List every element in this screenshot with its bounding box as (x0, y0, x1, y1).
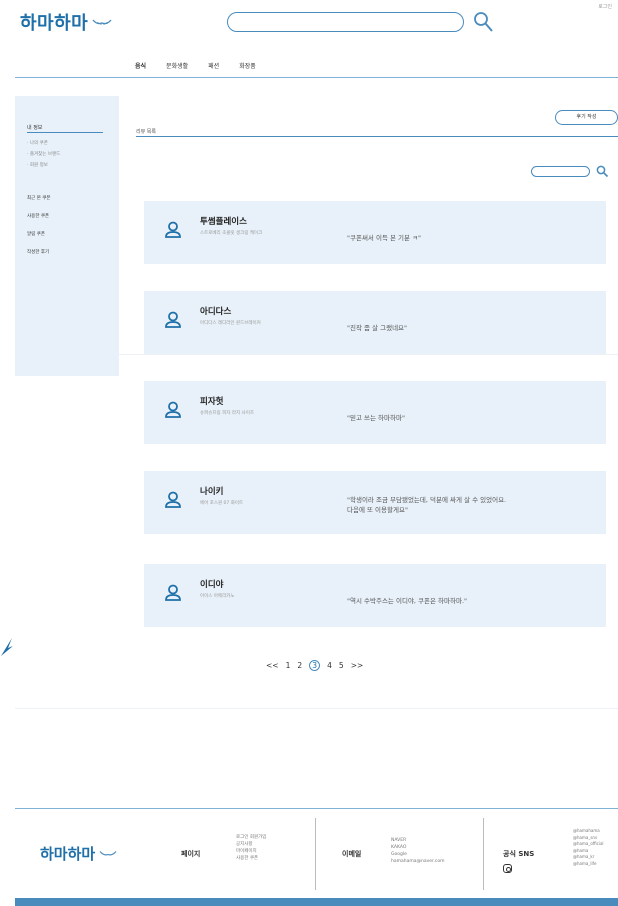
review-card[interactable]: 아디다스 아디다스 레디라인 윈드브레이커 "진작 좀 살 그랬네요" (144, 291, 606, 354)
content-divider (119, 354, 618, 355)
content-end-divider (15, 708, 618, 709)
footer-sns-title: 공식 SNS (503, 850, 535, 858)
review-text: "역시 수박주스는 이디야, 쿠폰은 하마하마." (347, 597, 468, 605)
footer-sns-handle[interactable]: @hamahama (573, 828, 604, 835)
pagination-prev[interactable]: << (266, 661, 279, 670)
footer-link[interactable]: 마이페이지 (236, 848, 266, 855)
sidebar-item-favorite-brands[interactable]: · 즐겨찾는 브랜드 (27, 151, 60, 157)
instagram-icon[interactable] (503, 864, 512, 873)
page-link-current[interactable]: 3 (309, 660, 321, 671)
review-text: "학생이라 조금 부담됐었는데, 덕분에 싸게 살 수 있었어요. 다음에 또 … (347, 496, 507, 514)
cursor-arrow-icon (1, 638, 13, 656)
page-link[interactable]: 5 (339, 661, 344, 670)
nav-item-food[interactable]: 음식 (135, 61, 146, 70)
footer-logo-text: 하마하마 (40, 845, 96, 863)
review-product: 에어 포스원 07 화이트 (200, 501, 244, 506)
review-brand: 투썸플레이스 (200, 217, 247, 227)
review-product: 스트로베리 초콜릿 생크림 케이크 (200, 231, 263, 236)
footer-bar (15, 898, 618, 906)
logo-text: 하마하마 (20, 13, 89, 34)
footer-email-list: NAVER KAKAO Google hamahama@naver.com (391, 837, 445, 865)
footer-divider-vertical (483, 818, 484, 890)
pagination-next[interactable]: >> (351, 661, 364, 670)
footer-pages-title: 페이지 (181, 850, 201, 858)
review-card[interactable]: 이디야 아이스 아메리카노 "역시 수박주스는 이디야, 쿠폰은 하마하마." (144, 564, 606, 627)
footer-email-title: 이메일 (342, 850, 362, 858)
search-icon[interactable] (473, 11, 495, 35)
footer-link[interactable]: 사용한 쿠폰 (236, 855, 266, 862)
review-card[interactable]: 피자헛 슈퍼슈프림 피자 라지 사이즈 "믿고 쓰는 하마하마" (144, 381, 606, 444)
section-title: 리뷰 목록 (136, 129, 156, 135)
footer-link[interactable]: 공지사항 (236, 841, 266, 848)
user-icon (165, 401, 181, 418)
user-icon (165, 311, 181, 328)
page-link[interactable]: 2 (297, 661, 302, 670)
review-product: 아이스 아메리카노 (200, 594, 235, 599)
hippo-icon (92, 19, 112, 25)
review-text: "믿고 쓰는 하마하마" (347, 414, 405, 422)
footer-divider-vertical (315, 818, 316, 890)
hippo-icon (99, 851, 117, 856)
page-link[interactable]: 4 (327, 661, 332, 670)
page-link[interactable]: 1 (286, 661, 291, 670)
user-icon (165, 221, 181, 238)
sidebar-item-used-coupons[interactable]: 사용한 쿠폰 (27, 213, 49, 219)
review-card[interactable]: 투썸플레이스 스트로베리 초콜릿 생크림 케이크 "쿠폰써서 이득 본 기분 ㅋ… (144, 201, 606, 264)
login-link[interactable]: 로그인 (598, 3, 612, 10)
footer-divider (15, 808, 618, 809)
nav-item-culture[interactable]: 문화생활 (166, 61, 188, 70)
sidebar-title: 내 정보 (27, 125, 43, 131)
review-brand: 나이키 (200, 487, 224, 497)
footer-sns-handle[interactable]: @hama_life (573, 861, 604, 868)
sidebar-item-member-info[interactable]: · 회원 정보 (27, 162, 48, 168)
review-card[interactable]: 나이키 에어 포스원 07 화이트 "학생이라 조금 부담됐었는데, 덕분에 싸… (144, 471, 606, 534)
logo[interactable]: 하마하마 (20, 9, 112, 35)
sidebar-item-my-coupons[interactable]: · 나의 쿠폰 (27, 140, 48, 146)
footer-email-item: KAKAO (391, 845, 407, 850)
user-icon (165, 491, 181, 508)
main-nav: 음식 문화생활 패션 화장품 (135, 61, 256, 70)
review-brand: 아디다스 (200, 307, 232, 317)
review-text: "쿠폰써서 이득 본 기분 ㅋ" (347, 234, 422, 242)
sidebar-divider (27, 132, 103, 133)
footer-email-item[interactable]: hamahama@naver.com (391, 858, 445, 865)
footer-pages-list: 로그인 회원가입 공지사항 마이페이지 사용한 쿠폰 (236, 834, 266, 862)
review-product: 슈퍼슈프림 피자 라지 사이즈 (200, 411, 254, 416)
sidebar-item-alert-coupons[interactable]: 알림 쿠폰 (27, 231, 45, 237)
footer-sns-handle[interactable]: @hama_official (573, 841, 604, 848)
footer-link[interactable]: 로그인 회원가입 (236, 834, 266, 841)
search-icon[interactable] (596, 165, 609, 178)
footer-email-item: Google (391, 852, 407, 857)
footer-logo[interactable]: 하마하마 (40, 843, 117, 864)
sidebar-item-my-reviews[interactable]: 작성한 후기 (27, 249, 49, 255)
sidebar-item-recent-coupons[interactable]: 최근 본 쿠폰 (27, 195, 51, 201)
user-icon (165, 584, 181, 601)
section-divider (136, 136, 618, 137)
nav-divider (15, 77, 618, 78)
review-brand: 이디야 (200, 580, 224, 590)
footer-sns-list: @hamahama @hama_sns @hama_official @hama… (573, 828, 604, 867)
footer-email-item: NAVER (391, 838, 407, 843)
review-brand: 피자헛 (200, 397, 224, 407)
nav-item-cosmetics[interactable]: 화장품 (239, 61, 256, 70)
review-text: "진작 좀 살 그랬네요" (347, 324, 408, 332)
review-search-input[interactable] (531, 166, 590, 177)
nav-item-fashion[interactable]: 패션 (208, 61, 219, 70)
search-input[interactable] (227, 12, 464, 32)
review-product: 아디다스 레디라인 윈드브레이커 (200, 321, 261, 326)
sidebar: 내 정보 · 나의 쿠폰 · 즐겨찾는 브랜드 · 회원 정보 최근 본 쿠폰 … (15, 96, 119, 376)
pagination: << 1 2 3 4 5 >> (266, 660, 363, 671)
write-review-button[interactable]: 후기 작성 (555, 110, 618, 125)
